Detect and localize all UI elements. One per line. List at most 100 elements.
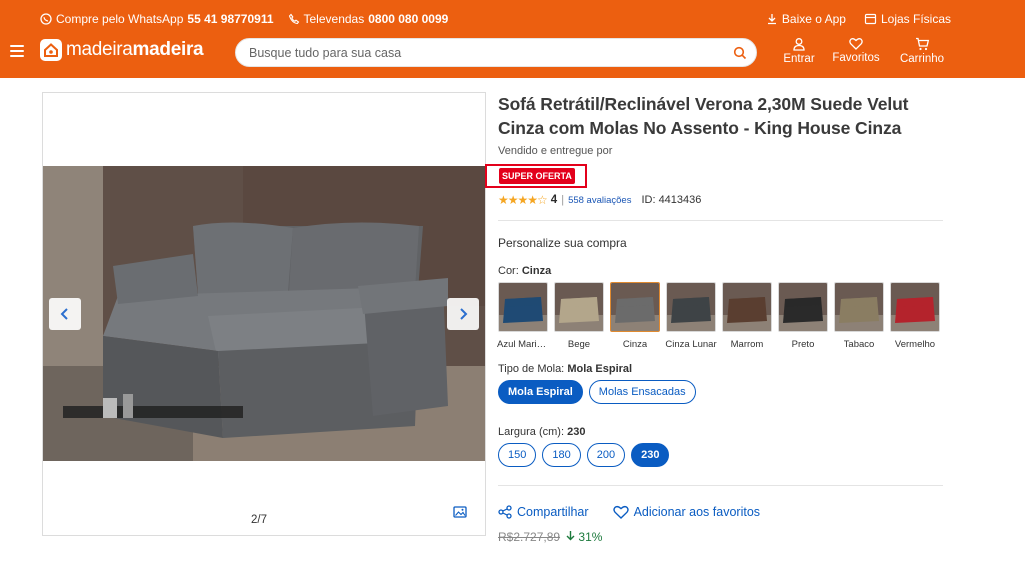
reviews-link[interactable]: 558 avaliações: [568, 195, 631, 206]
color-value: Cinza: [521, 265, 552, 277]
physical-stores-label: Lojas Físicas: [880, 12, 951, 26]
televendas-number: 0800 080 0099: [368, 12, 449, 26]
chevron-left-icon: [60, 308, 68, 320]
color-swatch[interactable]: Preto: [778, 282, 828, 350]
heart-outline-icon: [612, 505, 629, 519]
add-favorite-button[interactable]: Adicionar aos favoritos: [612, 505, 761, 519]
whatsapp-label: Compre pelo WhatsApp: [56, 12, 184, 26]
spring-label: Tipo de Mola: Mola Espiral: [498, 363, 632, 375]
product-title: Sofá Retrátil/Reclinável Verona 2,30M Su…: [498, 94, 909, 138]
spring-label-text: Tipo de Mola:: [498, 363, 565, 375]
site-header: Compre pelo WhatsApp 55 41 98770911 Tele…: [0, 0, 1025, 78]
swatch-image: [610, 282, 660, 332]
swatch-image: [834, 282, 884, 332]
color-swatch[interactable]: Cinza: [610, 282, 660, 350]
share-button[interactable]: Compartilhar: [498, 505, 589, 519]
discount-value: 31%: [578, 530, 603, 544]
physical-stores-link[interactable]: Lojas Físicas: [864, 12, 951, 26]
share-icon: [498, 505, 512, 519]
width-option-200[interactable]: 200: [586, 443, 626, 467]
color-swatch[interactable]: Azul Marinho: [497, 282, 549, 350]
product-image[interactable]: [43, 166, 485, 461]
divider: [498, 220, 943, 221]
width-option-180[interactable]: 180: [542, 443, 581, 467]
discount-badge: 31%: [566, 530, 602, 544]
old-price: R$2.727,89: [498, 530, 561, 544]
search-box: [235, 38, 757, 67]
logo-text-2: madeira: [132, 39, 204, 60]
heart-icon: [849, 38, 863, 50]
swatch-label: Preto: [791, 339, 815, 350]
width-label: Largura (cm): 230: [498, 426, 585, 438]
color-swatch[interactable]: Vermelho: [890, 282, 940, 350]
swatch-label: Azul Marinho: [497, 339, 549, 350]
rating-value: 4: [550, 194, 558, 206]
color-swatches: Azul Marinho Bege Cinza Cinza Lunar Marrom Pr…: [497, 282, 940, 350]
color-swatch[interactable]: Tabaco: [834, 282, 884, 350]
spring-option-mola-espiral[interactable]: Mola Espiral: [498, 380, 583, 404]
download-app-label: Baixe o App: [781, 12, 846, 26]
televendas-link[interactable]: Televendas 0800 080 0099: [288, 12, 449, 26]
swatch-label: Vermelho: [894, 339, 936, 350]
width-option-150[interactable]: 150: [498, 443, 537, 467]
width-label-text: Largura (cm):: [498, 426, 565, 438]
whatsapp-icon: [40, 13, 52, 25]
share-row: Compartilhar Adicionar aos favoritos: [498, 505, 760, 519]
product-id: ID: 4413436: [641, 194, 702, 206]
swatch-image: [498, 282, 548, 332]
gallery-prev-button[interactable]: [49, 298, 81, 330]
color-swatch[interactable]: Marrom: [722, 282, 772, 350]
cart-button[interactable]: Carrinho: [892, 37, 952, 65]
super-offer-badge: SUPER OFERTA: [499, 168, 575, 184]
color-swatch[interactable]: Cinza Lunar: [665, 282, 717, 350]
share-label: Compartilhar: [517, 505, 589, 519]
menu-icon[interactable]: [10, 45, 24, 59]
search-icon[interactable]: [733, 46, 747, 60]
login-button[interactable]: Entrar: [780, 37, 818, 65]
gallery-next-button[interactable]: [447, 298, 479, 330]
top-strip: Compre pelo WhatsApp 55 41 98770911 Tele…: [0, 6, 1025, 30]
width-option-230[interactable]: 230: [631, 443, 670, 467]
phone-icon: [288, 13, 299, 25]
user-icon: [793, 38, 805, 51]
arrow-down-icon: [566, 531, 575, 541]
personalize-heading: Personalize sua compra: [498, 236, 627, 250]
store-icon: [864, 13, 877, 25]
rating-stars: ★★★★☆: [498, 193, 548, 207]
spring-value: Mola Espiral: [567, 363, 633, 375]
site-logo[interactable]: madeira madeira: [40, 39, 204, 61]
color-swatch[interactable]: Bege: [554, 282, 604, 350]
swatch-image: [554, 282, 604, 332]
swatch-image: [778, 282, 828, 332]
whatsapp-link[interactable]: Compre pelo WhatsApp 55 41 98770911: [40, 12, 274, 26]
spring-option-molas-ensacadas[interactable]: Molas Ensacadas: [588, 380, 696, 404]
chevron-right-icon: [460, 308, 468, 320]
swatch-label: Cinza: [622, 339, 648, 350]
swatch-image: [666, 282, 716, 332]
color-label-text: Cor:: [498, 265, 519, 277]
login-label: Entrar: [783, 53, 815, 65]
favorites-button[interactable]: Favoritos: [826, 37, 886, 65]
seller-label: Vendido e entregue por: [498, 145, 613, 157]
logo-house-icon: [40, 39, 62, 61]
logo-text-1: madeira: [66, 39, 133, 60]
price-row: R$2.727,89 31%: [498, 530, 602, 544]
swatch-label: Bege: [567, 339, 591, 350]
swatch-label: Marrom: [730, 339, 764, 350]
gallery-counter: 2/7: [251, 514, 267, 526]
header-actions: Entrar Favoritos Carrinho: [780, 37, 952, 65]
width-value: 230: [567, 426, 586, 438]
download-icon: [767, 14, 776, 25]
favorites-label: Favoritos: [832, 52, 880, 64]
sofa-photo: [43, 166, 485, 461]
product-details: Sofá Retrátil/Reclinável Verona 2,30M Su…: [485, 92, 943, 544]
whatsapp-number: 55 41 98770911: [187, 12, 274, 26]
download-app-link[interactable]: Baixe o App: [766, 12, 846, 26]
swatch-image: [890, 282, 940, 332]
search-input[interactable]: [249, 44, 719, 62]
image-gallery-icon[interactable]: [453, 506, 467, 518]
add-favorite-label: Adicionar aos favoritos: [633, 505, 761, 519]
cart-label: Carrinho: [899, 53, 945, 65]
televendas-label: Televendas: [303, 12, 365, 26]
product-gallery: 2/7: [42, 92, 486, 536]
